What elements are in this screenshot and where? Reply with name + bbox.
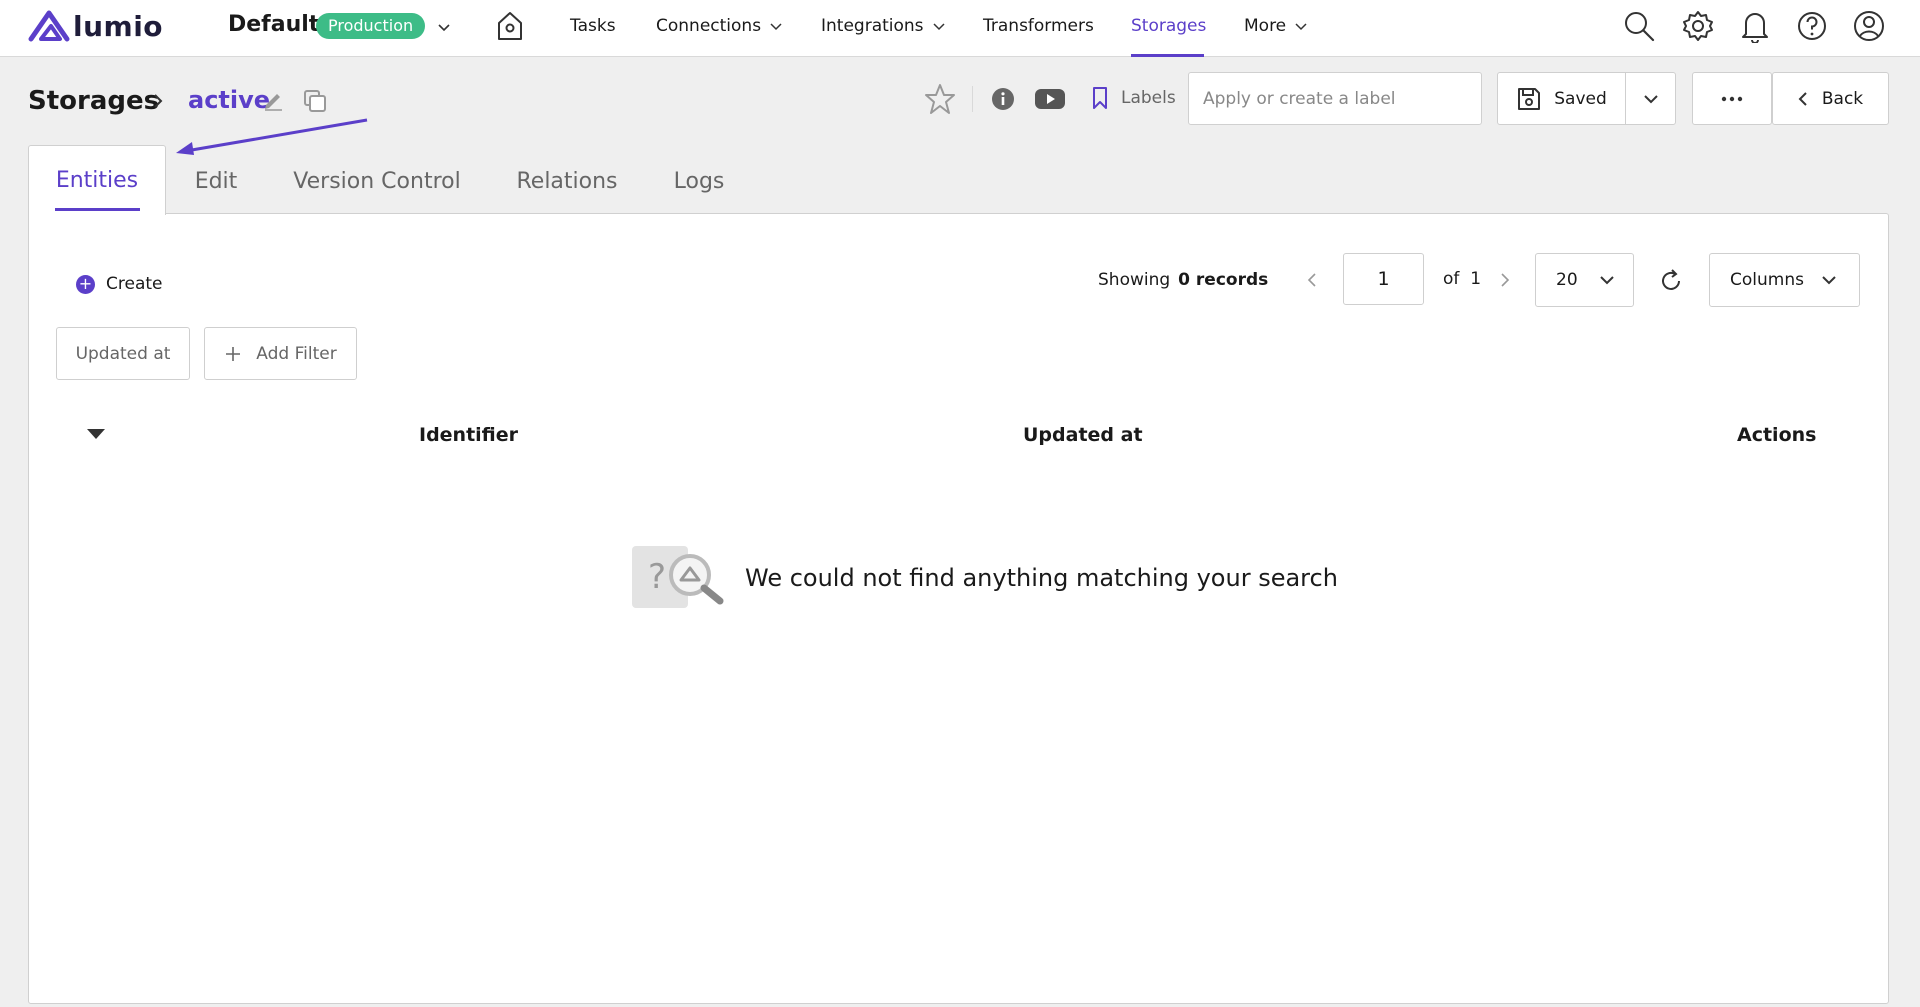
records-count: 0 records (1178, 270, 1269, 290)
gear-icon[interactable] (1681, 9, 1715, 43)
nav-storages[interactable]: Storages (1131, 16, 1206, 36)
nav-tasks-label: Tasks (570, 16, 616, 36)
chevron-down-icon (1643, 94, 1658, 103)
page-title[interactable]: Storages (28, 86, 159, 116)
tab-active-indicator (55, 208, 140, 211)
logo-mark-icon (28, 10, 70, 42)
label-input[interactable] (1188, 72, 1482, 125)
page-total-count: 1 (1470, 269, 1482, 289)
per-page-value: 20 (1556, 270, 1578, 290)
page-total: of 1 (1443, 269, 1481, 289)
back-label: Back (1821, 88, 1864, 109)
records-summary: Showing 0 records (1098, 270, 1268, 290)
top-navigation: lumio Default Production Tasks Connectio… (0, 0, 1920, 57)
nav-more[interactable]: More (1244, 16, 1308, 36)
more-horizontal-icon (1721, 96, 1743, 101)
chevron-right-icon[interactable] (1498, 271, 1512, 289)
labels-label: Labels (1121, 88, 1176, 108)
chevron-down-icon[interactable] (436, 16, 452, 38)
environment-badge[interactable]: Production (316, 13, 426, 39)
create-button[interactable]: + Create (76, 274, 163, 294)
nav-storages-label: Storages (1131, 16, 1207, 36)
help-icon[interactable] (1795, 9, 1829, 43)
saved-label: Saved (1554, 88, 1607, 109)
create-label: Create (106, 274, 163, 294)
tab-logs[interactable]: Logs (664, 148, 734, 214)
back-button[interactable]: Back (1772, 72, 1889, 125)
save-icon (1518, 87, 1541, 110)
nav-transformers[interactable]: Transformers (983, 16, 1094, 36)
saved-button[interactable]: Saved (1497, 72, 1626, 125)
columns-label: Columns (1730, 270, 1804, 290)
filter-updated-at[interactable]: Updated at (56, 327, 190, 380)
tab-edit[interactable]: Edit (180, 148, 252, 214)
chevron-left-icon (1798, 91, 1807, 106)
more-actions-button[interactable] (1692, 72, 1772, 125)
bell-icon[interactable] (1740, 9, 1770, 43)
nav-tasks[interactable]: Tasks (570, 16, 616, 36)
chevron-down-icon (1295, 23, 1307, 31)
caret-down-icon[interactable] (86, 427, 106, 441)
columns-button[interactable]: Columns (1709, 253, 1860, 307)
add-filter-button[interactable]: Add Filter (204, 327, 357, 380)
page-number-input[interactable] (1343, 253, 1424, 305)
chevron-down-icon (1600, 276, 1614, 285)
user-icon[interactable] (1852, 9, 1886, 43)
nav-connections[interactable]: Connections (656, 16, 783, 36)
environment-name[interactable]: Default (228, 12, 319, 37)
nav-more-label: More (1244, 16, 1287, 36)
column-header-actions: Actions (1737, 424, 1817, 446)
chevron-down-icon (770, 23, 782, 31)
nav-connections-label: Connections (656, 16, 762, 36)
tab-version-control[interactable]: Version Control (286, 148, 468, 214)
showing-prefix: Showing (1098, 270, 1171, 290)
page-of-label: of (1443, 269, 1460, 289)
save-options-button[interactable] (1625, 72, 1676, 125)
per-page-select[interactable]: 20 (1535, 253, 1634, 307)
chevron-down-icon (933, 23, 945, 31)
star-icon[interactable] (923, 82, 957, 116)
plus-icon (226, 346, 241, 361)
plus-circle-icon: + (76, 274, 95, 294)
search-icon[interactable] (1622, 9, 1656, 43)
chevron-right-icon (154, 94, 163, 108)
info-icon[interactable] (991, 87, 1015, 111)
empty-state-message: We could not find anything matching your… (745, 564, 1338, 592)
column-header-identifier[interactable]: Identifier (419, 424, 518, 446)
nav-integrations-label: Integrations (821, 16, 924, 36)
refresh-icon[interactable] (1658, 268, 1684, 294)
home-icon[interactable] (496, 10, 524, 42)
divider (972, 86, 973, 112)
youtube-icon[interactable] (1034, 87, 1066, 111)
chevron-left-icon[interactable] (1305, 271, 1319, 289)
chevron-down-icon (1822, 276, 1836, 285)
edit-icon[interactable] (262, 89, 284, 111)
add-filter-label: Add Filter (256, 343, 337, 364)
svg-text:?: ? (648, 557, 666, 597)
alumio-logo[interactable]: lumio (27, 9, 163, 43)
tab-entities[interactable]: Entities (28, 145, 166, 215)
tab-relations[interactable]: Relations (508, 148, 626, 214)
nav-active-indicator (1131, 54, 1204, 57)
logo-text: lumio (73, 9, 164, 43)
nav-transformers-label: Transformers (983, 16, 1094, 36)
empty-search-icon: ? (632, 546, 724, 608)
nav-integrations[interactable]: Integrations (821, 16, 946, 36)
filter-updated-at-label: Updated at (75, 343, 171, 364)
column-header-updated-at[interactable]: Updated at (1023, 424, 1143, 446)
bookmark-icon (1093, 87, 1107, 109)
